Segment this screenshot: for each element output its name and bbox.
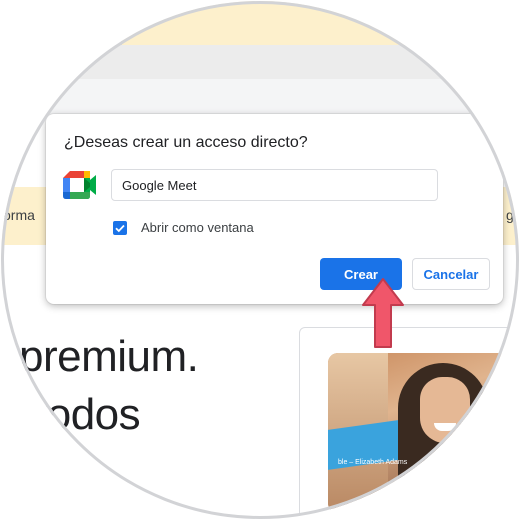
magnifier-view: orma g premium. todos ble – Elizabeth Ad… <box>1 1 519 519</box>
dialog-title: ¿Deseas crear un acceso directo? <box>64 134 308 151</box>
open-as-window-label: Abrir como ventana <box>141 220 254 235</box>
top-notification-bar <box>121 1 423 46</box>
headline-line-1: premium. <box>19 332 199 381</box>
cancel-button[interactable]: Cancelar <box>412 258 490 290</box>
open-as-window-option[interactable]: Abrir como ventana <box>113 220 254 235</box>
banner-text-left: orma <box>3 207 35 223</box>
open-as-window-checkbox[interactable] <box>113 220 127 235</box>
banner-text-right: g <box>506 207 514 223</box>
pointer-arrow-icon <box>361 277 405 353</box>
video-caption: ble – Elizabeth Adams <box>338 459 408 466</box>
shortcut-name-input[interactable] <box>111 169 438 201</box>
google-meet-icon <box>63 171 97 199</box>
checkmark-icon <box>115 224 125 232</box>
page-headline: premium. todos <box>19 331 199 441</box>
headline-line-2: todos <box>35 390 141 439</box>
video-preview: ble – Elizabeth Adams <box>328 353 519 513</box>
browser-toolbar <box>41 45 519 80</box>
browser-bookmarks-bar <box>21 79 519 115</box>
create-shortcut-dialog: ¿Deseas crear un acceso directo? Google … <box>46 114 503 304</box>
